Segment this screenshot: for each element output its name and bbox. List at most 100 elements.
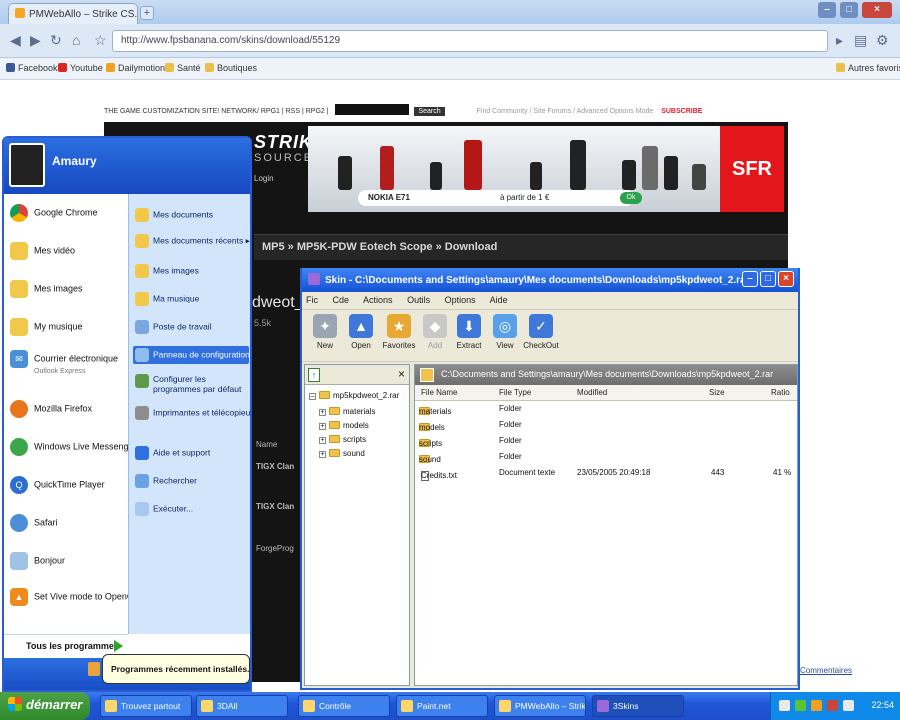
file-row[interactable]: scripts Folder bbox=[415, 433, 797, 449]
path-bar[interactable]: C:\Documents and Settings\amaury\Mes doc… bbox=[415, 365, 797, 385]
new-tab-button[interactable]: + bbox=[140, 6, 154, 20]
side-item[interactable]: TIGX Clan bbox=[256, 502, 302, 511]
ad-ok-button[interactable]: Ok bbox=[620, 192, 642, 204]
winrar-maximize-button[interactable]: □ bbox=[760, 271, 776, 287]
page-menu-icon[interactable]: ▤ bbox=[854, 33, 867, 47]
login-link[interactable]: Login bbox=[254, 174, 274, 183]
taskbar-item-active[interactable]: 3Skins bbox=[592, 695, 684, 717]
tray-icon[interactable] bbox=[827, 700, 838, 711]
taskbar-item[interactable]: Contrôle bbox=[298, 695, 390, 717]
col-file-type[interactable]: File Type bbox=[499, 388, 531, 397]
breadcrumb[interactable]: MP5 » MP5K-PDW Eotech Scope » Download bbox=[254, 234, 788, 260]
up-folder-icon[interactable]: ↑ bbox=[308, 368, 320, 382]
maximize-button[interactable]: □ bbox=[840, 2, 858, 18]
place-default-programs[interactable]: Configurer les programmes par défaut bbox=[133, 372, 249, 396]
program-google-chrome[interactable]: Google Chrome bbox=[10, 204, 126, 222]
site-topbar-links[interactable]: Find Community / Site Forums / Advanced … bbox=[477, 108, 654, 115]
minimize-button[interactable]: – bbox=[818, 2, 836, 18]
col-size[interactable]: Size bbox=[709, 388, 725, 397]
site-search-button[interactable]: Search bbox=[414, 107, 445, 116]
file-row[interactable]: sound Folder bbox=[415, 449, 797, 465]
bookmark-star-icon[interactable]: ☆ bbox=[94, 33, 107, 47]
place-rechercher[interactable]: Rechercher bbox=[133, 472, 249, 490]
menu-file[interactable]: Fic bbox=[306, 295, 318, 305]
tray-icon[interactable] bbox=[779, 700, 790, 711]
place-recent-documents[interactable]: Mes documents récents ▸ bbox=[133, 232, 250, 250]
taskbar-item[interactable]: Trouvez partout bbox=[100, 695, 192, 717]
program-firefox[interactable]: Mozilla Firefox bbox=[10, 400, 126, 418]
tool-view[interactable]: ◎ View bbox=[486, 314, 524, 350]
menu-options[interactable]: Options bbox=[445, 295, 476, 305]
program-my-musique[interactable]: My musique bbox=[10, 318, 126, 336]
bookmark-youtube[interactable]: Youtube bbox=[58, 63, 103, 73]
program-bonjour[interactable]: Bonjour bbox=[10, 552, 126, 570]
side-item[interactable]: ForgeProg bbox=[256, 544, 302, 553]
place-poste-de-travail[interactable]: Poste de travail bbox=[133, 318, 249, 336]
tree-node[interactable]: + models bbox=[319, 421, 369, 430]
menu-tools[interactable]: Outils bbox=[407, 295, 430, 305]
address-bar[interactable]: http://www.fpsbanana.com/skins/download/… bbox=[112, 30, 828, 52]
back-icon[interactable]: ◀ bbox=[10, 33, 21, 47]
page-go-icon[interactable]: ▸ bbox=[836, 33, 843, 47]
menu-commands[interactable]: Cde bbox=[333, 295, 350, 305]
menu-actions[interactable]: Actions bbox=[363, 295, 393, 305]
tree-node[interactable]: + materials bbox=[319, 407, 375, 416]
bookmark-dailymotion[interactable]: Dailymotion bbox=[106, 63, 165, 73]
reload-icon[interactable]: ↻ bbox=[50, 33, 62, 47]
program-vlc[interactable]: ▲ Set Vive mode to OpenGL bbox=[10, 588, 139, 606]
place-aide[interactable]: Aide et support bbox=[133, 444, 249, 462]
tray-icon[interactable] bbox=[811, 700, 822, 711]
place-panneau-de-configuration[interactable]: Panneau de configuration bbox=[133, 346, 250, 364]
tray-icon[interactable] bbox=[795, 700, 806, 711]
program-courrier[interactable]: ✉ Courrier électronique Outlook Express bbox=[10, 350, 126, 375]
taskbar-item[interactable]: PMWebAllo – Strike... bbox=[494, 695, 586, 717]
page-corner-link[interactable]: Commentaires bbox=[800, 666, 852, 675]
file-row[interactable]: materials Folder bbox=[415, 401, 797, 417]
winrar-close-button[interactable]: × bbox=[778, 271, 794, 287]
winrar-minimize-button[interactable]: – bbox=[742, 271, 758, 287]
col-ratio[interactable]: Ratio bbox=[771, 388, 790, 397]
other-bookmarks[interactable]: Autres favoris bbox=[836, 63, 900, 73]
subscribe-link[interactable]: SUBSCRIBE bbox=[661, 108, 702, 115]
place-imprimantes[interactable]: Imprimantes et télécopieurs bbox=[133, 404, 250, 422]
place-ma-musique[interactable]: Ma musique bbox=[133, 290, 249, 308]
bookmark-boutiques[interactable]: Boutiques bbox=[205, 63, 257, 73]
bookmark-sante[interactable]: Santé bbox=[165, 63, 201, 73]
tree-root[interactable]: – mp5kpdweot_2.rar bbox=[309, 391, 399, 400]
program-messenger[interactable]: Windows Live Messenger bbox=[10, 438, 137, 456]
tool-add[interactable]: ◆ Add bbox=[416, 314, 454, 350]
col-file-name[interactable]: File Name bbox=[421, 388, 457, 397]
volume-icon[interactable] bbox=[843, 700, 854, 711]
site-search-input[interactable] bbox=[334, 104, 409, 115]
winrar-titlebar[interactable]: Skin - C:\Documents and Settings\amaury\… bbox=[302, 268, 798, 292]
program-mes-video[interactable]: Mes vidéo bbox=[10, 242, 126, 260]
browser-tab[interactable]: PMWebAllo – Strike CS... bbox=[8, 3, 138, 24]
side-item[interactable]: TIGX Clan bbox=[256, 462, 302, 471]
taskbar-item[interactable]: Paint.net bbox=[396, 695, 488, 717]
menu-help[interactable]: Aide bbox=[490, 295, 508, 305]
file-row[interactable]: Credits.txt Document texte 23/05/2005 20… bbox=[415, 465, 797, 481]
close-button[interactable]: × bbox=[862, 2, 892, 18]
bookmark-facebook[interactable]: Facebook bbox=[6, 63, 58, 73]
place-mes-images[interactable]: Mes images bbox=[133, 262, 249, 280]
taskbar-item[interactable]: 3DAll bbox=[196, 695, 288, 717]
close-tree-icon[interactable]: × bbox=[398, 367, 405, 381]
sfr-advertisement[interactable]: NOKIA E71 à partir de 1 € Ok SFR bbox=[308, 126, 784, 212]
user-avatar[interactable] bbox=[9, 143, 45, 187]
home-icon[interactable]: ⌂ bbox=[72, 33, 80, 47]
tool-open[interactable]: ▲ Open bbox=[342, 314, 380, 350]
program-safari[interactable]: Safari bbox=[10, 514, 126, 532]
program-mes-images[interactable]: Mes images bbox=[10, 280, 126, 298]
forward-icon[interactable]: ▶ bbox=[30, 33, 41, 47]
place-mes-documents[interactable]: Mes documents bbox=[133, 206, 249, 224]
place-executer[interactable]: Exécuter... bbox=[133, 500, 249, 518]
tool-checkout[interactable]: ✓ CheckOut bbox=[522, 314, 560, 350]
tool-extract[interactable]: ⬇ Extract bbox=[450, 314, 488, 350]
start-button[interactable]: démarrer bbox=[0, 692, 90, 720]
tool-new[interactable]: ✦ New bbox=[306, 314, 344, 350]
tool-favorites[interactable]: ★ Favorites bbox=[380, 314, 418, 350]
tree-node[interactable]: + sound bbox=[319, 449, 365, 458]
wrench-icon[interactable]: ⚙ bbox=[876, 33, 889, 47]
col-modified[interactable]: Modified bbox=[577, 388, 607, 397]
program-quicktime[interactable]: Q QuickTime Player bbox=[10, 476, 126, 494]
